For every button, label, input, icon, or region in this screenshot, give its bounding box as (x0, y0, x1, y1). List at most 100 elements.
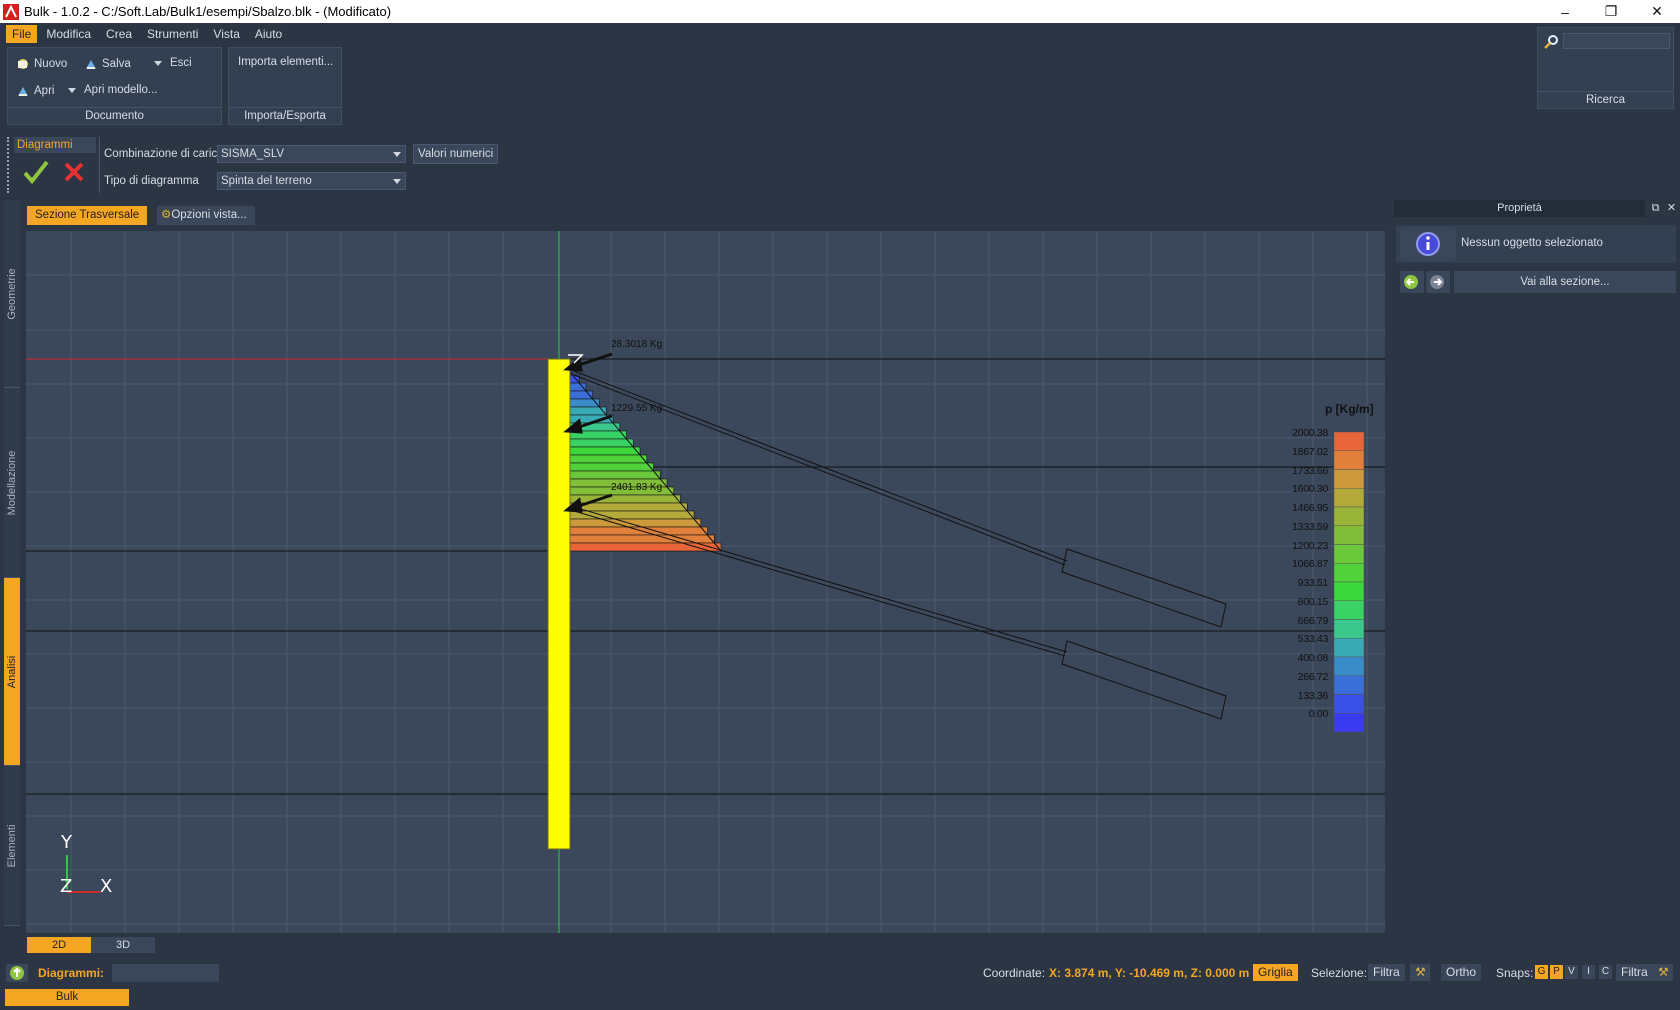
cancel-x-icon[interactable] (63, 161, 85, 183)
confirm-check-icon[interactable] (22, 159, 50, 185)
toolbar-grip[interactable] (7, 137, 11, 193)
properties-title: Proprietà (1394, 200, 1645, 217)
snap-p-toggle[interactable]: P (1550, 965, 1563, 979)
minimize-button[interactable]: – (1542, 0, 1588, 23)
tab-modellazione[interactable]: Modellazione (4, 388, 20, 578)
apri-button[interactable]: Apri (16, 84, 54, 98)
panel-float-icon[interactable]: ⧉ (1648, 201, 1663, 216)
side-tab-bar: Geometrie Modellazione Analisi Elementi (4, 200, 20, 926)
esci-label: Esci (170, 57, 192, 69)
restore-button[interactable]: ❐ (1588, 0, 1634, 23)
valori-numerici-button[interactable]: Valori numerici (413, 144, 499, 164)
status-bar: Diagrammi: Coordinate: X: 3.874 m, Y: -1… (0, 960, 1680, 986)
anchor-force-label: 2401.83 Kg (611, 482, 663, 493)
ribbon-group-label: Ricerca (1538, 91, 1673, 108)
tab-geometrie[interactable]: Geometrie (4, 200, 20, 388)
apri-modello-button[interactable]: Apri modello... (68, 84, 158, 96)
snap-v-toggle[interactable]: V (1565, 965, 1578, 979)
section-drawing (26, 231, 1385, 933)
menu-aiuto[interactable]: Aiuto (249, 25, 288, 43)
snap-g-toggle[interactable]: G (1535, 965, 1548, 979)
tab-elementi[interactable]: Elementi (4, 766, 20, 926)
legend-value: 133.36 (1297, 689, 1329, 702)
close-button[interactable]: ✕ (1634, 0, 1680, 23)
tab-label: Geometrie (6, 267, 18, 320)
tab-sezione-trasversale[interactable]: Sezione Trasversale (27, 206, 148, 225)
legend-color-bar (1333, 431, 1365, 733)
ribbon-group-label: Importa/Esporta (229, 107, 341, 124)
ribbon-group-documento: Nuovo Salva Esci Apri Apri modello... Do… (7, 47, 222, 125)
forward-arrow-icon (1430, 275, 1444, 289)
opzioni-vista-button[interactable]: ⚙Opzioni vista... (157, 206, 255, 225)
tab-analisi[interactable]: Analisi (4, 578, 20, 766)
selection-info: Nessun oggetto selezionato (1396, 225, 1676, 263)
legend-swatch (1333, 488, 1365, 508)
filtra-snap-button[interactable]: Filtra (1616, 964, 1653, 981)
pressure-band (558, 454, 648, 464)
legend-value: 1466.95 (1292, 502, 1328, 514)
apri-modello-label: Apri modello... (84, 84, 158, 96)
menu-file[interactable]: File (6, 25, 38, 43)
wrench-icon[interactable]: ⚒ (1410, 964, 1430, 981)
toolbar-separator (99, 137, 100, 193)
legend-value: 1066.87 (1292, 558, 1328, 571)
combinazione-select[interactable]: SISMA_SLV (217, 145, 406, 163)
goto-section-button[interactable]: Vai alla sezione... (1454, 271, 1676, 293)
save-icon (86, 60, 96, 69)
legend-swatch (1333, 694, 1365, 714)
app-logo-icon (3, 3, 19, 20)
wrench-icon[interactable]: ⚒ (1653, 964, 1673, 981)
window-title: Bulk - 1.0.2 - C:/Soft.Lab/Bulk1/esempi/… (24, 4, 392, 19)
legend-swatch (1333, 469, 1365, 489)
title-bar: Bulk - 1.0.2 - C:/Soft.Lab/Bulk1/esempi/… (0, 0, 1680, 23)
importa-elementi-button[interactable]: Importa elementi... (238, 56, 333, 68)
axis-y-label: Y (61, 832, 72, 853)
snap-i-toggle[interactable]: I (1582, 965, 1595, 979)
legend-swatch (1333, 675, 1365, 695)
esci-button[interactable]: Esci (154, 57, 192, 69)
salva-button[interactable]: Salva (84, 57, 131, 71)
griglia-toggle[interactable]: Griglia (1253, 964, 1298, 981)
tab-2d[interactable]: 2D (27, 937, 91, 953)
legend-swatch (1333, 563, 1365, 583)
ortho-toggle[interactable]: Ortho (1441, 964, 1482, 981)
filtra-selection-button[interactable]: Filtra (1368, 964, 1405, 981)
tab-label: Elementi (6, 824, 18, 867)
legend-swatch (1333, 450, 1365, 470)
legend-value: 0.00 (1308, 708, 1329, 721)
home-button[interactable] (6, 964, 28, 982)
forward-button[interactable] (1426, 271, 1450, 293)
tab-3d[interactable]: 3D (91, 937, 155, 953)
menu-strumenti[interactable]: Strumenti (141, 25, 204, 43)
anchor-force-label: 28.3018 Kg (611, 339, 663, 350)
snap-c-toggle[interactable]: C (1599, 965, 1612, 979)
drawing-canvas[interactable]: 28.3018 Kg 1229.55 Kg 2401.83 Kg p [Kg/m… (26, 231, 1385, 933)
new-file-icon (18, 59, 28, 69)
nuovo-label: Nuovo (34, 58, 68, 70)
legend-value: 1733.66 (1292, 464, 1328, 477)
legend-value: 2000.38 (1292, 427, 1328, 439)
ribbon-group-label: Documento (8, 107, 221, 124)
menu-modifica[interactable]: Modifica (40, 25, 97, 43)
tipo-diagramma-select[interactable]: Spinta del terreno (217, 172, 406, 190)
menu-crea[interactable]: Crea (100, 25, 138, 43)
legend-swatch (1333, 581, 1365, 601)
search-input[interactable] (1563, 33, 1670, 49)
legend-swatch (1333, 638, 1365, 658)
anchor-force-label: 1229.55 Kg (611, 403, 663, 414)
axis-x-label: X (100, 876, 113, 897)
status-input[interactable] (112, 964, 219, 982)
properties-panel: Proprietà ⧉ ✕ Nessun oggetto selezionato… (1392, 198, 1680, 958)
legend-value: 533.43 (1297, 633, 1329, 646)
legend-value: 400.08 (1297, 652, 1329, 664)
nuovo-button[interactable]: Nuovo (16, 57, 67, 71)
menu-vista[interactable]: Vista (207, 25, 245, 43)
panel-close-icon[interactable]: ✕ (1664, 201, 1679, 216)
module-tab-bulk[interactable]: Bulk (5, 989, 129, 1006)
back-button[interactable] (1400, 271, 1424, 293)
legend-swatch (1333, 619, 1365, 639)
info-icon-box (1400, 227, 1456, 261)
legend-value: 1200.23 (1292, 539, 1328, 552)
tipo-diagramma-label: Tipo di diagramma (104, 175, 199, 187)
grid (26, 231, 1385, 933)
